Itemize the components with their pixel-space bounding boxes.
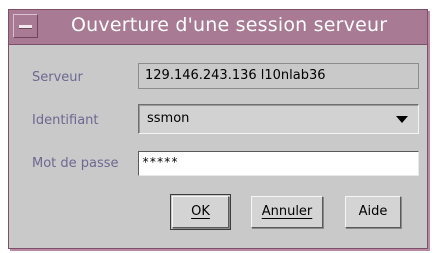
password-label: Mot de passe	[32, 156, 119, 171]
ok-button[interactable]: OK	[170, 194, 231, 230]
window-menu-button[interactable]	[13, 14, 38, 38]
dialog-title: Ouverture d'une session serveur	[71, 14, 388, 36]
window-menu-icon	[19, 25, 32, 29]
server-label: Serveur	[32, 70, 83, 85]
cancel-button[interactable]: Annuler	[251, 196, 323, 228]
help-button[interactable]: Aide	[345, 196, 401, 228]
dropdown-arrow-icon[interactable]	[396, 116, 408, 123]
password-input[interactable]: *****	[138, 151, 419, 176]
identifier-value: ssmon	[147, 111, 190, 126]
title-bar: Ouverture d'une session serveur	[9, 10, 427, 45]
server-login-dialog: Ouverture d'une session serveur Serveur …	[8, 9, 428, 249]
identifier-dropdown[interactable]: ssmon	[138, 104, 419, 134]
identifier-label: Identifiant	[32, 113, 99, 128]
server-field: 129.146.243.136 l10nlab36	[138, 63, 419, 89]
cancel-button-label: Annuler	[261, 204, 313, 219]
